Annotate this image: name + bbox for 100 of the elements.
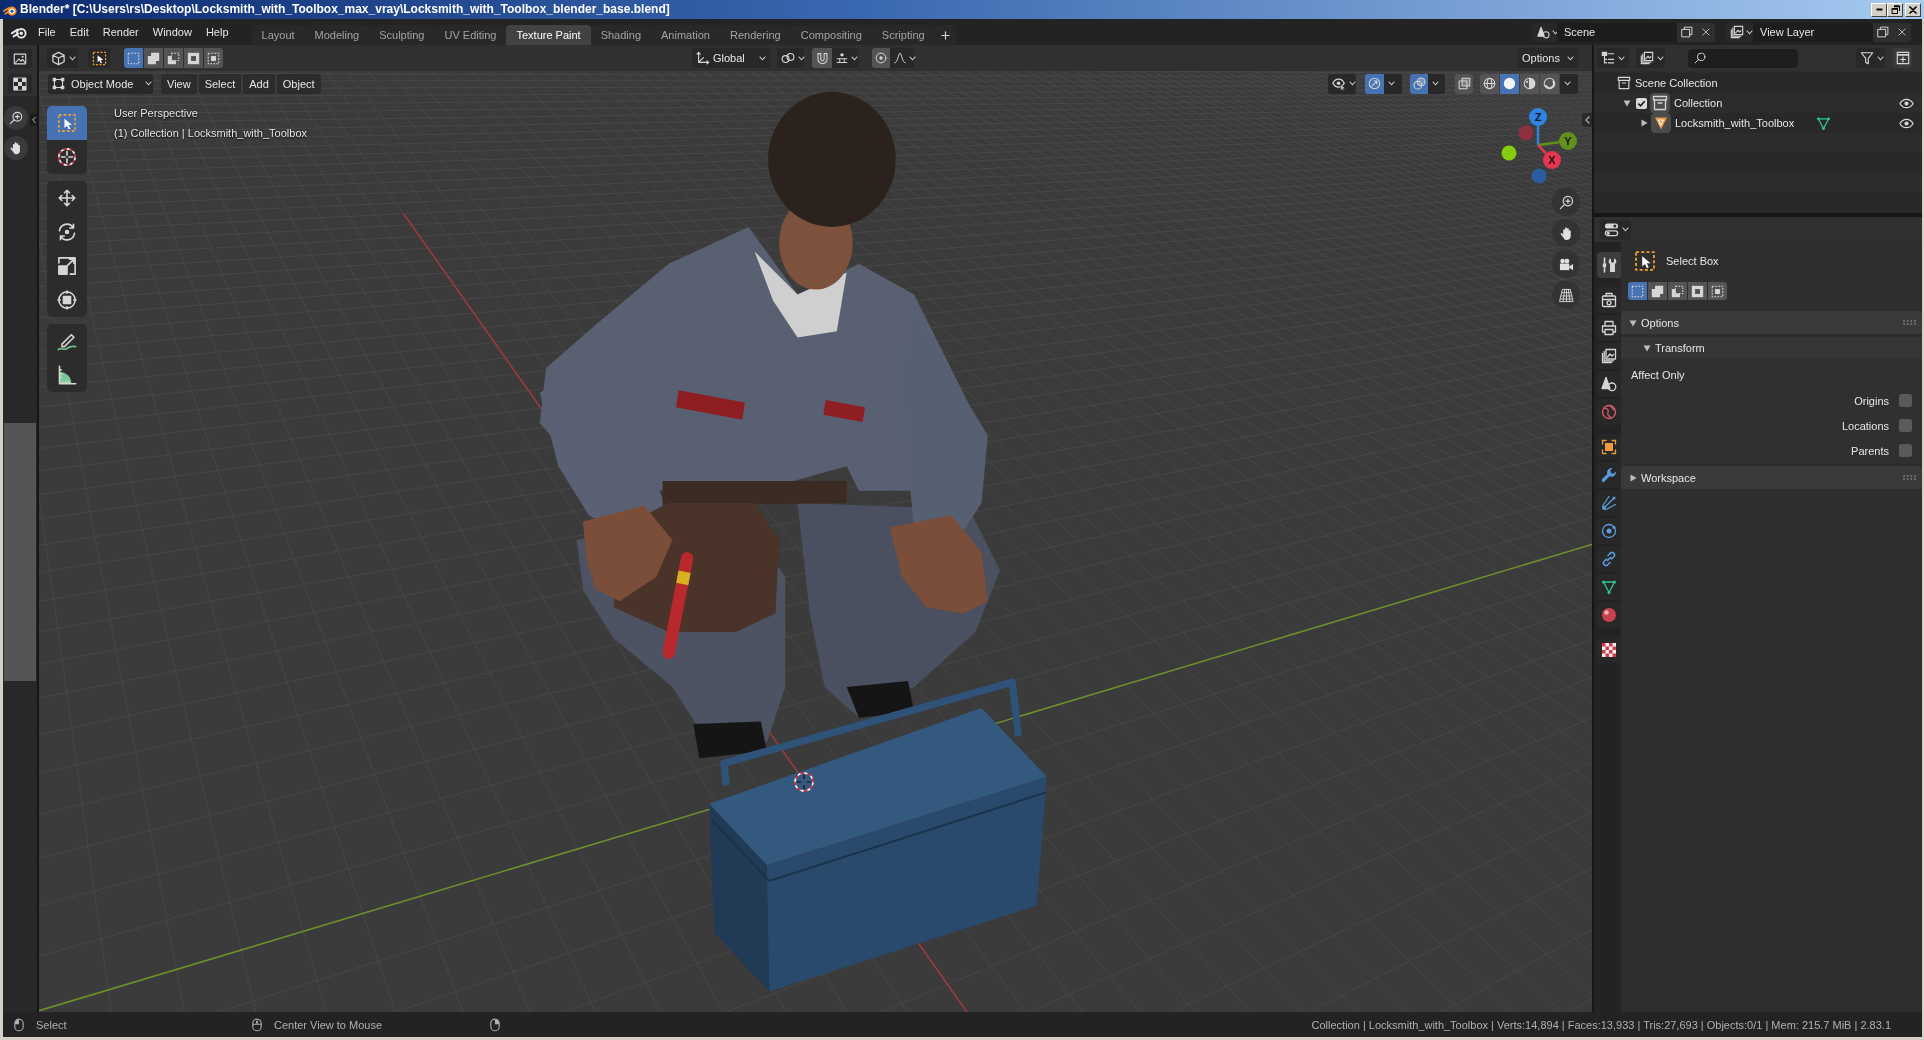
view-layer-filter-dropdown[interactable] (1636, 48, 1665, 68)
subpanel-header[interactable]: Transform (1621, 337, 1922, 358)
view-layer-selector[interactable] (1725, 22, 1753, 42)
properties-tab[interactable] (1597, 637, 1621, 663)
select-mode-button[interactable] (124, 48, 143, 68)
properties-tab[interactable] (1597, 602, 1621, 628)
duplicate-scene-button[interactable] (1677, 22, 1696, 42)
checker-view-button[interactable] (8, 74, 32, 93)
gizmo-axis-handle[interactable]: Z (1529, 108, 1547, 126)
app-menu[interactable]: Window (145, 21, 199, 43)
proportional-editing-toggle[interactable] (872, 48, 890, 68)
select-mode-button[interactable] (164, 48, 183, 68)
measure-tool[interactable] (47, 358, 87, 392)
workspace-tab[interactable]: Sculpting (369, 25, 435, 45)
remove-view-layer-button[interactable] (1892, 22, 1911, 42)
eye-icon[interactable] (1899, 117, 1914, 129)
move-tool[interactable] (47, 181, 87, 215)
close-button[interactable] (1905, 2, 1921, 17)
cursor-tool[interactable] (47, 140, 87, 174)
properties-tab[interactable] (1597, 315, 1621, 341)
falloff-dropdown[interactable] (890, 48, 914, 68)
eye-icon[interactable] (1899, 97, 1914, 109)
sidebar-toggle[interactable] (1582, 113, 1592, 127)
display-mode-dropdown[interactable] (1597, 48, 1629, 68)
select-mode-button[interactable] (1688, 282, 1707, 300)
properties-tab[interactable] (1597, 371, 1621, 397)
editor-type-button[interactable] (1600, 219, 1631, 240)
unlink-scene-button[interactable] (1696, 22, 1715, 42)
expand-arrow-icon[interactable] (1640, 119, 1648, 127)
gizmo-axis-handle[interactable] (1531, 168, 1547, 184)
scene-selector[interactable] (1532, 22, 1557, 42)
overlays-toggle[interactable] (1410, 73, 1428, 94)
properties-tab[interactable] (1597, 574, 1621, 600)
selectability-dropdown[interactable] (1328, 73, 1356, 94)
checkbox[interactable] (1899, 444, 1912, 457)
select-mode-button[interactable] (184, 48, 203, 68)
select-mode-button[interactable] (1648, 282, 1667, 300)
restore-button[interactable] (1887, 2, 1903, 17)
active-tool-button[interactable] (88, 48, 110, 68)
panel-header[interactable]: Options (1621, 311, 1922, 334)
view-layer-name-field[interactable]: View Layer (1753, 22, 1873, 42)
minimize-button[interactable] (1871, 2, 1887, 17)
workspace-tab[interactable]: Compositing (790, 25, 872, 45)
snap-target-dropdown[interactable] (832, 48, 859, 68)
zoom-button[interactable] (4, 106, 28, 130)
annotate-tool[interactable] (47, 324, 87, 358)
checkbox[interactable] (1899, 419, 1912, 432)
app-menu[interactable]: Render (95, 21, 146, 43)
app-menu[interactable]: Edit (62, 21, 96, 43)
pivot-point-dropdown[interactable] (777, 48, 804, 68)
search-field[interactable] (1688, 48, 1798, 68)
add-workspace-button[interactable] (934, 25, 956, 45)
workspace-tab[interactable]: Layout (251, 25, 305, 45)
sidebar-toggle[interactable] (30, 113, 37, 126)
drag-handle-icon (1903, 320, 1916, 325)
outliner-item-label[interactable]: Locksmith_with_Toolbox (1675, 117, 1795, 129)
outliner-item-label[interactable]: Collection (1674, 97, 1723, 109)
checkbox[interactable] (1636, 97, 1647, 109)
select-mode-button[interactable] (1668, 282, 1687, 300)
properties-tab[interactable] (1597, 252, 1621, 278)
properties-tab[interactable] (1597, 434, 1621, 460)
workspace-tab[interactable]: Shading (590, 25, 652, 45)
new-collection-button[interactable] (1893, 48, 1912, 68)
properties-tab[interactable] (1597, 287, 1621, 313)
header-menu[interactable]: Add (243, 73, 275, 94)
workspace-tab[interactable]: Scripting (871, 25, 935, 45)
orientation-dropdown[interactable]: Global (692, 48, 770, 68)
outliner-item-label[interactable]: Scene Collection (1635, 77, 1718, 89)
pan-button[interactable] (4, 136, 28, 160)
workspace-tab[interactable]: Rendering (719, 25, 791, 45)
duplicate-view-layer-button[interactable] (1873, 22, 1892, 42)
app-menu[interactable]: File (31, 21, 63, 43)
workspace-tab[interactable]: UV Editing (434, 25, 507, 45)
transform-tool[interactable] (47, 283, 87, 317)
expand-arrow-icon[interactable] (1623, 99, 1631, 107)
workspace-tab[interactable]: Animation (651, 25, 720, 45)
workspace-tab[interactable]: Modeling (304, 25, 370, 45)
gizmo-axis-handle[interactable]: Y (1559, 132, 1577, 150)
gizmo-axis-handle[interactable] (1501, 145, 1517, 161)
select-mode-button[interactable] (144, 48, 163, 68)
select-mode-button[interactable] (1628, 282, 1647, 300)
editor-type-button[interactable] (8, 49, 32, 68)
scene-name-field[interactable]: Scene (1557, 22, 1677, 42)
select-mode-button[interactable] (204, 48, 223, 68)
panel-header[interactable]: Workspace (1621, 466, 1922, 489)
header-menu[interactable]: View (161, 73, 197, 94)
select-box-tool[interactable] (47, 106, 87, 140)
workspace-tab[interactable]: Texture Paint (506, 25, 591, 45)
options-dropdown[interactable]: Options (1518, 48, 1578, 68)
app-menu[interactable]: Help (198, 21, 236, 43)
select-mode-button[interactable] (1708, 282, 1727, 300)
mode-dropdown[interactable]: Object Mode (48, 73, 153, 94)
filter-dropdown[interactable] (1856, 48, 1885, 68)
properties-tab[interactable] (1597, 343, 1621, 369)
gizmo-axis-handle[interactable]: X (1543, 151, 1561, 169)
gizmo-axis-handle[interactable] (1518, 125, 1534, 141)
snap-toggle[interactable] (812, 48, 832, 68)
xray-toggle[interactable] (1455, 73, 1473, 94)
editor-type-button[interactable] (47, 48, 78, 68)
checkbox[interactable] (1899, 394, 1912, 407)
